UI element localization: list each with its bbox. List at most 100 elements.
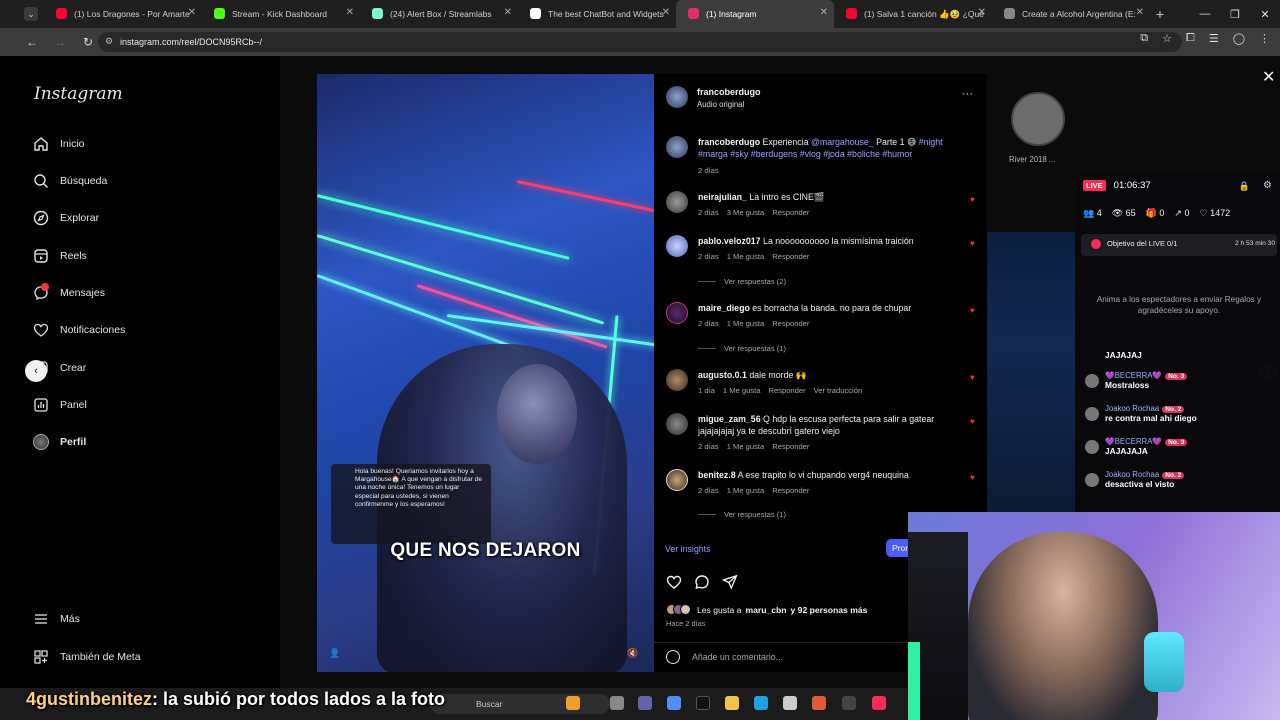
likes-user[interactable]: maru_cbn: [745, 605, 786, 615]
comment-avatar[interactable]: [666, 191, 688, 213]
tab-6[interactable]: Create a Alcohol Argentina (E: ✕: [992, 0, 1150, 28]
close-icon[interactable]: ✕: [662, 7, 670, 18]
chat-username[interactable]: Joakoo Rochaa: [1105, 470, 1159, 479]
likes-summary[interactable]: Les gusta a maru_cbn y 92 personas más: [666, 604, 867, 615]
browser-menu-icon[interactable]: ⋮: [1259, 32, 1270, 45]
like-heart-icon[interactable]: [666, 574, 682, 593]
tab-0[interactable]: (1) Los Dragones - Por Amarte ✕: [44, 0, 202, 28]
desc-mention[interactable]: @margahouse_: [811, 137, 874, 147]
sidebar-more[interactable]: Más: [32, 607, 80, 631]
tab-3[interactable]: The best ChatBot and Widgets ✕: [518, 0, 676, 28]
heart-icon[interactable]: ♥: [970, 373, 975, 382]
sidebar-item-perfil[interactable]: Perfil: [32, 430, 86, 454]
taskbar-app-icon[interactable]: [638, 696, 652, 710]
next-preview-thumbnail[interactable]: [1011, 92, 1065, 146]
close-window-icon[interactable]: ✕: [1250, 0, 1280, 28]
reload-icon[interactable]: ↻: [76, 30, 100, 54]
install-app-icon[interactable]: ⧉: [1140, 32, 1148, 45]
forward-icon[interactable]: →: [48, 30, 72, 54]
instagram-logo[interactable]: Instagram: [34, 84, 123, 104]
comment-username[interactable]: augusto.0.1: [698, 370, 747, 380]
sidebar-item-notificaciones[interactable]: Notificaciones: [32, 318, 125, 342]
previous-post-button[interactable]: ‹: [25, 360, 47, 382]
comment-username[interactable]: maire_diego: [698, 303, 750, 313]
reply-button[interactable]: Responder: [772, 208, 809, 217]
comment-avatar[interactable]: [666, 413, 688, 435]
sidebar-item-explorar[interactable]: Explorar: [32, 206, 99, 230]
tab-4-active[interactable]: (1) Instagram ✕: [676, 0, 834, 28]
back-icon[interactable]: ←: [20, 30, 44, 54]
site-info-icon[interactable]: ⚙: [105, 36, 113, 47]
view-replies-button[interactable]: Ver respuestas (1): [698, 344, 786, 353]
sidebar-item-mensajes[interactable]: Mensajes: [32, 281, 105, 305]
view-replies-button[interactable]: Ver respuestas (2): [698, 277, 786, 286]
chat-username[interactable]: Joakoo Rochaa: [1105, 404, 1159, 413]
author-avatar[interactable]: [666, 136, 688, 158]
comment-avatar[interactable]: [666, 302, 688, 324]
tab-1[interactable]: Stream - Kick Dashboard ✕: [202, 0, 360, 28]
comment-avatar[interactable]: [666, 235, 688, 257]
tab-2[interactable]: (24) Alert Box / Streamlabs ✕: [360, 0, 518, 28]
close-icon[interactable]: ✕: [504, 7, 512, 18]
comment-likes[interactable]: 1 Me gusta: [727, 442, 765, 451]
comment-username[interactable]: neirajulian_: [698, 192, 747, 202]
close-icon[interactable]: ✕: [978, 7, 986, 18]
mute-icon[interactable]: 🔇: [627, 648, 641, 662]
sidebar-item-busqueda[interactable]: Búsqueda: [32, 169, 107, 193]
extensions-icon[interactable]: ⧠: [1186, 32, 1195, 45]
taskbar-app-icon[interactable]: [783, 696, 797, 710]
reply-button[interactable]: Responder: [772, 486, 809, 495]
comment-likes[interactable]: 3 Me gusta: [727, 208, 765, 217]
comment-avatar[interactable]: [666, 469, 688, 491]
comment-username[interactable]: migue_zam_56: [698, 414, 761, 424]
sidebar-item-panel[interactable]: Panel: [32, 393, 87, 417]
comment-likes[interactable]: 1 Me gusta: [727, 252, 765, 261]
author-username[interactable]: francoberdugo: [697, 87, 761, 97]
heart-icon[interactable]: ♥: [970, 195, 975, 204]
view-replies-button[interactable]: Ver respuestas (1): [698, 510, 786, 519]
address-bar[interactable]: ⚙ instagram.com/reel/DOCN95RCb--/: [98, 32, 1182, 52]
settings-gear-icon[interactable]: ⚙: [1263, 180, 1272, 191]
comment-bubble-icon[interactable]: [694, 574, 710, 593]
taskbar-app-icon[interactable]: [842, 696, 856, 710]
reply-button[interactable]: Responder: [772, 319, 809, 328]
lock-icon[interactable]: 🔒: [1239, 181, 1250, 192]
see-translation-button[interactable]: Ver traducción: [814, 386, 863, 395]
close-icon[interactable]: ✕: [346, 7, 354, 18]
taskbar-app-icon[interactable]: [667, 696, 681, 710]
maximize-icon[interactable]: ❐: [1220, 0, 1250, 28]
sidebar-item-reels[interactable]: Reels: [32, 244, 87, 268]
desc-username[interactable]: francoberdugo: [698, 137, 760, 147]
tab-5[interactable]: (1) Salva 1 canción 👍🥹 ¿Qué ✕: [834, 0, 992, 28]
heart-icon[interactable]: ♥: [970, 417, 975, 426]
media-control-icon[interactable]: ☰: [1209, 32, 1219, 45]
heart-icon[interactable]: ♥: [970, 239, 975, 248]
comment-likes[interactable]: 1 Me gusta: [723, 386, 761, 395]
comment-username[interactable]: benitez.8: [698, 470, 736, 480]
taskbar-search[interactable]: Buscar: [430, 694, 610, 714]
reply-button[interactable]: Responder: [772, 442, 809, 451]
heart-icon[interactable]: ♥: [970, 306, 975, 315]
comment-avatar[interactable]: [666, 369, 688, 391]
taskbar-app-icon[interactable]: [725, 696, 739, 710]
profile-icon[interactable]: ◯: [1233, 32, 1245, 45]
taskbar-app-icon[interactable]: [566, 696, 580, 710]
share-send-icon[interactable]: [721, 574, 738, 593]
author-avatar[interactable]: [666, 86, 688, 108]
reel-video[interactable]: Hola buenas! Queriamos invitarlos hoy a …: [317, 74, 654, 672]
close-modal-icon[interactable]: ✕: [1262, 67, 1275, 87]
close-icon[interactable]: ✕: [1136, 7, 1144, 18]
tagged-user-icon[interactable]: 👤: [329, 648, 341, 660]
reply-button[interactable]: Responder: [772, 252, 809, 261]
chat-username[interactable]: 💜BECERRA💜: [1105, 437, 1162, 446]
comment-likes[interactable]: 1 Me gusta: [727, 486, 765, 495]
bookmark-star-icon[interactable]: ☆: [1162, 32, 1172, 45]
taskbar-app-icon[interactable]: [812, 696, 826, 710]
desc-tags[interactable]: #marga #sky #berdugens #vlog #joda #boli…: [698, 149, 912, 159]
minimize-icon[interactable]: —: [1190, 0, 1220, 28]
likes-others[interactable]: y 92 personas más: [791, 605, 868, 615]
reply-button[interactable]: Responder: [768, 386, 805, 395]
new-tab-button[interactable]: +: [1150, 6, 1170, 22]
taskbar-app-icon[interactable]: [696, 696, 710, 710]
close-icon[interactable]: ✕: [820, 7, 828, 18]
